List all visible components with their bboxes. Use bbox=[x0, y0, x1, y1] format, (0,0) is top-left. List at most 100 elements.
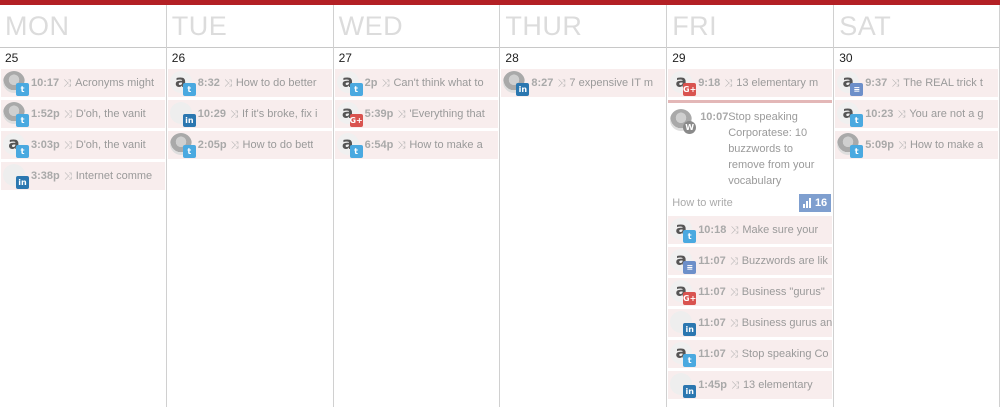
day-name: TUE bbox=[166, 5, 333, 48]
shuffle-icon: ⤨ bbox=[229, 108, 238, 120]
shuffle-icon: ⤨ bbox=[730, 379, 739, 391]
author-avatar: in bbox=[169, 101, 196, 127]
scheduled-post[interactable]: t 1:52p ⤨ D'oh, the vanit bbox=[1, 100, 165, 128]
featured-post-card[interactable]: W 10:07 Stop speaking Corporatese: 10 bu… bbox=[668, 100, 833, 213]
post-time: 3:38p bbox=[31, 170, 60, 182]
shuffle-icon: ⤨ bbox=[397, 108, 406, 120]
post-time: 9:18 bbox=[698, 77, 721, 89]
google-plus-icon: G+ bbox=[683, 292, 697, 305]
post-time: 1:45p bbox=[698, 379, 727, 391]
scheduled-post[interactable]: a t 6:54p ⤨ How to make a bbox=[334, 131, 499, 159]
post-time: 10:29 bbox=[197, 108, 226, 120]
post-text: Business gurus an bbox=[741, 317, 833, 329]
scheduled-post[interactable]: in 11:07 ⤨ Business gurus an bbox=[668, 309, 833, 337]
post-text: How to do bett bbox=[242, 139, 314, 151]
author-avatar: a G+ bbox=[336, 101, 363, 127]
post-time: 11:07 bbox=[698, 255, 726, 267]
post-time: 3:03p bbox=[31, 139, 60, 151]
scheduled-post[interactable]: a t 10:18 ⤨ Make sure your bbox=[668, 216, 833, 244]
post-time: 10:23 bbox=[865, 108, 894, 120]
post-text: Internet comme bbox=[75, 170, 153, 182]
author-avatar: in bbox=[670, 372, 697, 398]
scheduled-post[interactable]: a t 2p ⤨ Can't think what to bbox=[334, 69, 499, 97]
author-avatar: in bbox=[670, 310, 697, 336]
linkedin-icon: in bbox=[182, 114, 196, 127]
day-number: 27 bbox=[338, 51, 352, 65]
buffer-icon: ≡ bbox=[683, 261, 697, 274]
day-column-fri: FRI 29 a G+ 9:18 ⤨ 13 elementary m W 10:07 S… bbox=[666, 5, 834, 407]
author-avatar: at bbox=[336, 132, 363, 158]
day-name: FRI bbox=[667, 5, 834, 48]
twitter-icon: t bbox=[683, 230, 697, 243]
shuffle-icon: ⤨ bbox=[63, 108, 72, 120]
author-avatar: a ≡ bbox=[837, 70, 864, 96]
day-column-tue: TUE 26 a t 8:32 ⤨ How to do better in 10:29 ⤨ If… bbox=[165, 5, 333, 407]
post-time: 11:07 bbox=[698, 286, 726, 298]
day-name: MON bbox=[0, 5, 166, 48]
scheduled-post[interactable]: a G+ 9:18 ⤨ 13 elementary m bbox=[668, 69, 833, 97]
post-text: 13 elementary m bbox=[736, 77, 819, 89]
day-column-thur: THUR 28 in 8:27 ⤨ 7 expensive IT m bbox=[499, 5, 667, 407]
scheduled-post[interactable]: a G+ 11:07 ⤨ Business "gurus" bbox=[668, 278, 833, 306]
post-time: 10:07 bbox=[700, 111, 729, 123]
author-avatar: at bbox=[670, 341, 697, 367]
shuffle-icon: ⤨ bbox=[63, 170, 72, 182]
twitter-icon: t bbox=[349, 145, 363, 158]
scheduled-post[interactable]: a G+ 5:39p ⤨ 'Everything that bbox=[334, 100, 499, 128]
scheduled-post[interactable]: t 10:17 ⤨ Acronyms might bbox=[1, 69, 165, 97]
scheduled-post[interactable]: a t 10:23 ⤨ You are not a g bbox=[835, 100, 998, 128]
day-name: SAT bbox=[834, 5, 999, 48]
scheduled-post[interactable]: a t 3:03p ⤨ D'oh, the vanit bbox=[1, 131, 165, 159]
post-time: 10:18 bbox=[698, 224, 727, 236]
shuffle-icon: ⤨ bbox=[557, 77, 566, 89]
post-text: Can't think what to bbox=[393, 77, 484, 89]
post-text: If it's broke, fix i bbox=[241, 108, 318, 120]
post-text: Buzzwords are lik bbox=[741, 255, 828, 267]
scheduled-post[interactable]: a t 8:32 ⤨ How to do better bbox=[167, 69, 332, 97]
scheduled-post[interactable]: t 5:09p ⤨ How to make a bbox=[835, 131, 998, 159]
author-avatar: at bbox=[336, 70, 363, 96]
shuffle-icon: ⤨ bbox=[397, 139, 406, 151]
post-text: D'oh, the vanit bbox=[75, 108, 146, 120]
stat-count: 16 bbox=[814, 197, 828, 209]
scheduled-post[interactable]: in 10:29 ⤨ If it's broke, fix i bbox=[167, 100, 332, 128]
twitter-icon: t bbox=[16, 145, 29, 158]
twitter-icon: t bbox=[683, 354, 697, 367]
post-text: 13 elementary bbox=[742, 379, 813, 391]
author-avatar: t bbox=[837, 132, 864, 158]
post-time: 9:37 bbox=[865, 77, 888, 89]
shuffle-icon: ⤨ bbox=[381, 77, 390, 89]
shuffle-icon: ⤨ bbox=[897, 139, 906, 151]
shuffle-icon: ⤨ bbox=[230, 139, 239, 151]
day-number: 30 bbox=[839, 51, 853, 65]
google-plus-icon: G+ bbox=[683, 83, 697, 96]
scheduled-post[interactable]: in 1:45p ⤨ 13 elementary bbox=[668, 371, 833, 399]
author-avatar: at bbox=[169, 70, 196, 96]
scheduled-post[interactable]: a t 11:07 ⤨ Stop speaking Co bbox=[668, 340, 833, 368]
scheduled-post[interactable]: a ≡ 11:07 ⤨ Buzzwords are lik bbox=[668, 247, 833, 275]
scheduled-post[interactable]: a ≡ 9:37 ⤨ The REAL trick t bbox=[835, 69, 998, 97]
day-number: 29 bbox=[672, 51, 686, 65]
twitter-icon: t bbox=[850, 145, 864, 158]
post-time: 8:32 bbox=[197, 77, 220, 89]
post-text: D'oh, the vanit bbox=[75, 139, 146, 151]
author-avatar: t bbox=[3, 70, 29, 96]
shuffle-icon: ⤨ bbox=[897, 108, 906, 120]
scheduled-post[interactable]: in 3:38p ⤨ Internet comme bbox=[1, 162, 165, 190]
shuffle-icon: ⤨ bbox=[223, 77, 232, 89]
post-text: How to make a bbox=[909, 139, 984, 151]
post-text: You are not a g bbox=[909, 108, 984, 120]
scheduled-post[interactable]: t 2:05p ⤨ How to do bett bbox=[167, 131, 332, 159]
week-calendar: MON 25 t 10:17 ⤨ Acronyms might t 1:52p ⤨ D'oh,… bbox=[0, 5, 1000, 407]
post-text: The REAL trick t bbox=[903, 77, 983, 89]
bar-chart-icon bbox=[802, 198, 811, 208]
post-time: 8:27 bbox=[531, 77, 554, 89]
post-text: 'Everything that bbox=[409, 108, 485, 120]
stats-badge[interactable]: 16 bbox=[798, 194, 832, 212]
shuffle-icon: ⤨ bbox=[730, 224, 739, 236]
author-avatar: a G+ bbox=[670, 279, 696, 305]
post-time: 5:09p bbox=[865, 139, 894, 151]
scheduled-post[interactable]: in 8:27 ⤨ 7 expensive IT m bbox=[501, 69, 666, 97]
buffer-icon: ≡ bbox=[850, 83, 864, 96]
day-number: 26 bbox=[171, 51, 186, 65]
